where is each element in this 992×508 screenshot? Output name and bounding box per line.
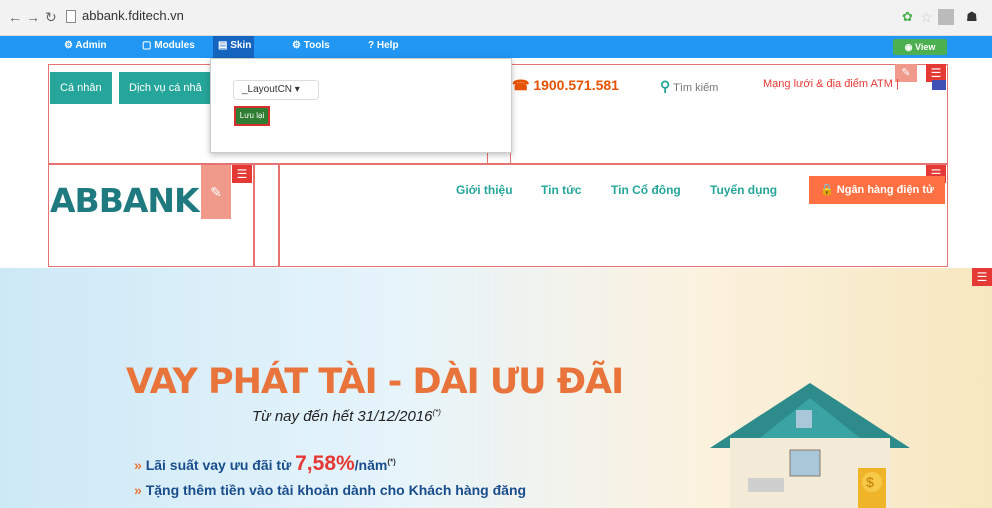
view-label: View (915, 42, 936, 52)
modules-label: Modules (154, 40, 195, 51)
menu-icon[interactable]: ☗ (966, 9, 984, 25)
search-placeholder: Tìm kiếm (673, 82, 719, 94)
bullet-arrow-icon: » (134, 482, 142, 498)
promo-banner[interactable]: ☰ VAY PHÁT TÀI - DÀI ƯU ĐÃI Từ nay đến h… (0, 268, 992, 508)
tools-menu[interactable]: ⚙ Tools (292, 40, 330, 51)
bonus-text: Tặng thêm tiền vào tài khoản dành cho Kh… (145, 482, 527, 498)
admin-label: Admin (75, 40, 107, 51)
banner-title: VAY PHÁT TÀI - DÀI ƯU ĐÃI (126, 362, 624, 402)
rate-prefix: Lãi suất vay ưu đãi từ (145, 457, 296, 473)
help-menu[interactable]: ? Help (368, 40, 399, 51)
svg-text:$: $ (866, 474, 874, 490)
logo-edit-icon[interactable]: ✎ (201, 165, 231, 219)
flag-icon[interactable] (932, 80, 946, 90)
layout-select[interactable]: _LayoutCN ▾ (233, 80, 319, 100)
skin-menu[interactable]: ▤ Skin (218, 40, 251, 51)
ebank-label: Ngân hàng điện tử (836, 184, 934, 196)
header-gap-frame (254, 164, 279, 267)
star-icon[interactable]: ☆ (920, 9, 938, 25)
banner-bullet-rate: » Lãi suất vay ưu đãi từ 7,58%/năm(*) (134, 452, 396, 476)
modules-menu[interactable]: ▢ Modules (142, 40, 195, 51)
back-icon[interactable]: ← (8, 9, 22, 25)
logo-menu-icon[interactable]: ☰ (232, 165, 252, 183)
admin-menu[interactable]: ⚙ Admin (64, 40, 106, 51)
rate-suffix: /năm (354, 457, 388, 473)
abbank-logo[interactable]: ABBANK (50, 181, 200, 220)
search-icon: ⚲ (660, 78, 671, 94)
ebank-button[interactable]: 🔒 Ngân hàng điện tử (809, 176, 945, 204)
nav-tuyen-dung[interactable]: Tuyển dụng (710, 183, 777, 197)
address-bar[interactable]: abbank.fditech.vn (82, 8, 184, 23)
layout-select-value: _LayoutCN (242, 84, 293, 95)
hotline: ☎ 1900.571.581 (512, 77, 619, 93)
rate-value: 7,58% (295, 452, 355, 475)
subtitle-footnote: (*) (432, 408, 441, 417)
bullet-arrow-icon: » (134, 457, 142, 473)
skin-dropdown: _LayoutCN ▾ Lưu lại (210, 58, 512, 153)
nav-gioi-thieu[interactable]: Giới thiệu (456, 183, 513, 197)
banner-subtitle: Từ nay đến hết 31/12/2016(*) (252, 408, 441, 425)
search-input[interactable]: ⚲ Tìm kiếm (660, 78, 718, 95)
tab-ca-nhan[interactable]: Cá nhân (50, 72, 112, 104)
hotline-number: 1900.571.581 (533, 77, 619, 93)
network-link[interactable]: Mạng lưới & địa điểm ATM | (763, 78, 899, 90)
browser-toolbar: ← → ↻ abbank.fditech.vn ✿ ☆ ☗ (0, 0, 992, 36)
network-label: Mạng lưới & địa điểm ATM (763, 78, 893, 90)
page-icon (66, 10, 76, 23)
banner-menu-icon[interactable]: ☰ (972, 268, 992, 286)
nav-tin-co-dong[interactable]: Tin Cổ đông (611, 183, 681, 197)
house-illustration: $ (710, 383, 910, 508)
forward-icon[interactable]: → (26, 9, 40, 25)
tools-label: Tools (303, 40, 330, 51)
extension-icon[interactable]: ✿ (902, 9, 920, 25)
save-button[interactable]: Lưu lại (234, 106, 270, 126)
skin-label: Skin (230, 40, 252, 51)
view-button[interactable]: ◉ View (893, 39, 947, 55)
nav-tin-tuc[interactable]: Tin tức (541, 183, 581, 197)
extension-badge-icon[interactable] (938, 9, 954, 25)
rate-footnote: (*) (387, 457, 396, 467)
tab-dich-vu[interactable]: Dịch vụ cá nhâ (118, 72, 212, 104)
reload-icon[interactable]: ↻ (45, 9, 57, 26)
banner-bullet-bonus: » Tặng thêm tiền vào tài khoản dành cho … (134, 482, 526, 498)
banner-subtitle-text: Từ nay đến hết 31/12/2016 (252, 408, 433, 425)
admin-bar: ⚙ Admin ▢ Modules ▤ Skin ⚙ Tools ? Help … (0, 36, 992, 58)
